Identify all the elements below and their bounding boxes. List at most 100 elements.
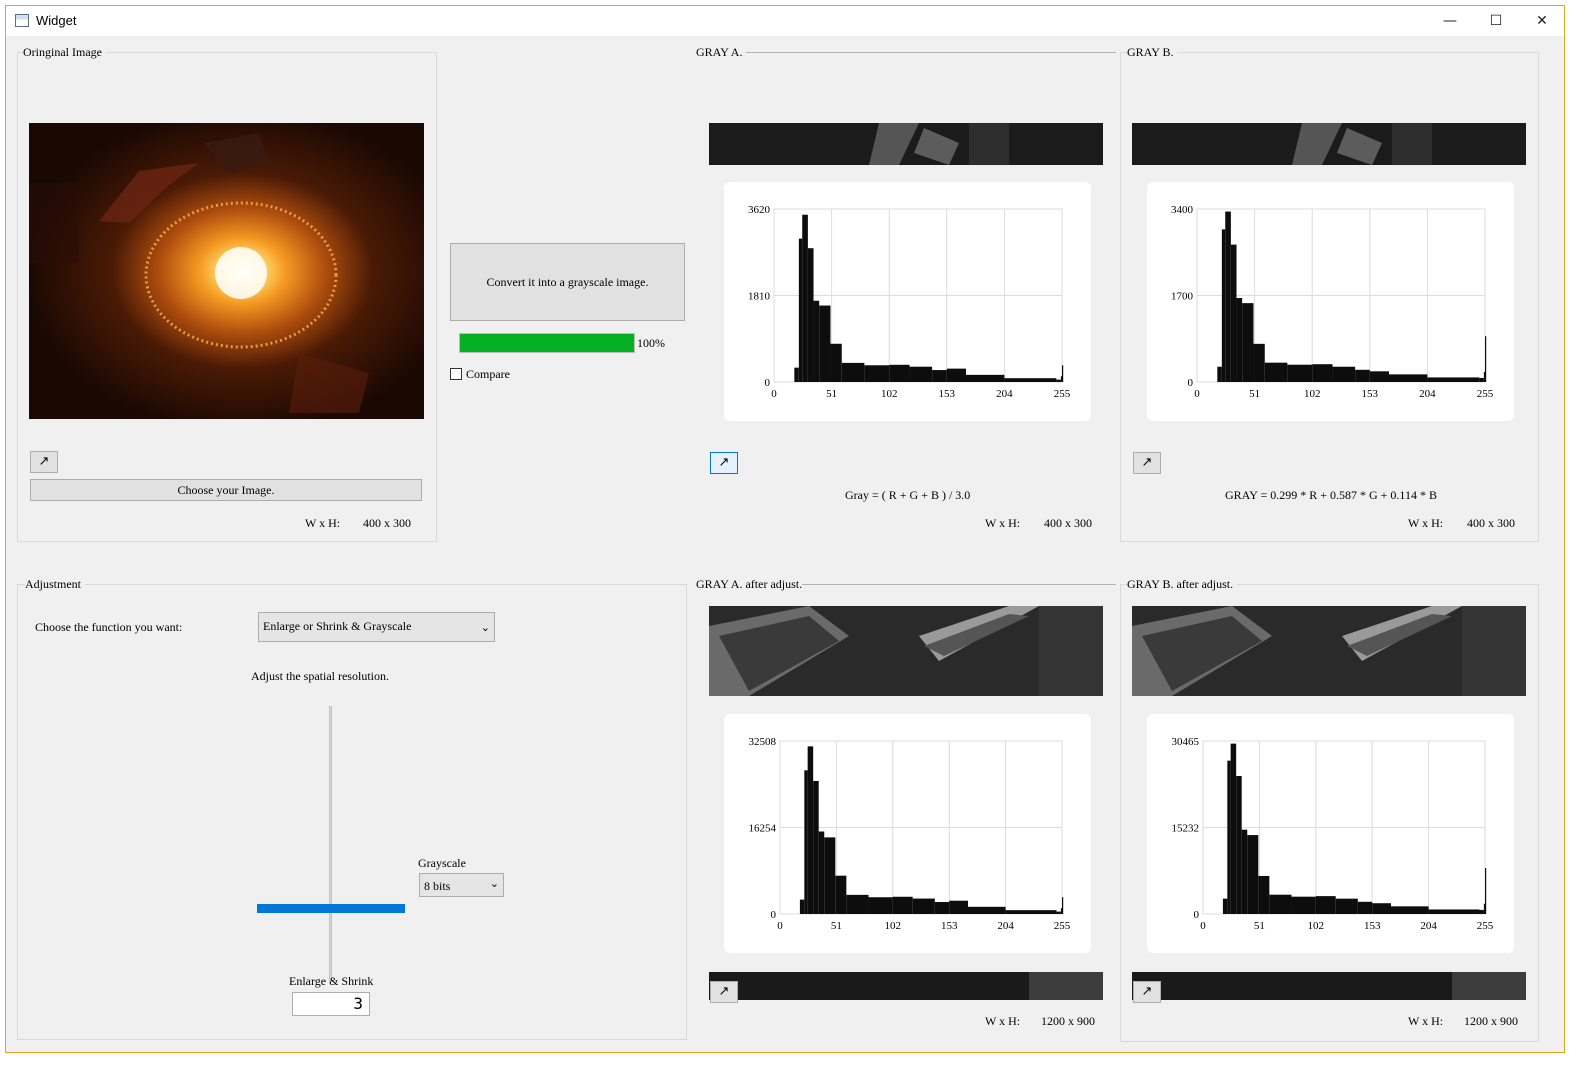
histogram-bar bbox=[804, 770, 808, 914]
x-tick-label: 0 bbox=[777, 920, 783, 932]
minimize-button[interactable]: — bbox=[1427, 6, 1473, 36]
histogram-bar bbox=[799, 899, 805, 914]
y-tick-label: 16254 bbox=[749, 823, 777, 835]
gray-a-adj-image bbox=[709, 606, 1103, 696]
function-select-value: Enlarge or Shrink & Grayscale bbox=[263, 619, 412, 633]
histogram-bar bbox=[892, 896, 913, 914]
gray-b-wxh-label: W x H: bbox=[1408, 516, 1444, 530]
original-expand-button[interactable]: ↗ bbox=[30, 451, 58, 473]
y-tick-label: 1700 bbox=[1171, 291, 1194, 303]
histogram-bar bbox=[1227, 760, 1231, 914]
histogram-bar bbox=[1241, 829, 1248, 914]
histogram-bar bbox=[1253, 343, 1265, 382]
x-tick-label: 255 bbox=[1054, 388, 1071, 400]
gray-a-adj-line bbox=[802, 584, 1116, 585]
histogram-bar bbox=[813, 300, 820, 382]
histogram-bar bbox=[1236, 298, 1243, 382]
histogram-bar bbox=[1230, 743, 1237, 914]
histogram-bar bbox=[1221, 229, 1226, 382]
compare-checkbox[interactable] bbox=[450, 368, 462, 380]
gray-a-adj-expand-button[interactable]: ↗ bbox=[710, 981, 738, 1003]
histogram-bar bbox=[794, 367, 799, 382]
histogram-bar bbox=[1428, 909, 1480, 914]
progress-fill bbox=[460, 334, 634, 352]
gray-b-adj-image bbox=[1132, 606, 1526, 696]
expand-icon: ↗ bbox=[718, 984, 730, 999]
histogram-bar bbox=[889, 364, 910, 382]
histogram-bar bbox=[1355, 369, 1370, 382]
gray-b-expand-button[interactable]: ↗ bbox=[1133, 452, 1161, 474]
x-tick-label: 0 bbox=[1200, 920, 1206, 932]
gray-b-image bbox=[1132, 123, 1526, 165]
histogram-bar bbox=[1062, 897, 1064, 914]
histogram-bar bbox=[807, 248, 814, 382]
x-tick-label: 204 bbox=[1419, 388, 1436, 400]
x-tick-label: 255 bbox=[1054, 920, 1071, 932]
gray-a-histogram: 0 51 102 153 204 255 3620 1810 0 bbox=[724, 182, 1091, 421]
gray-a-image bbox=[709, 123, 1103, 165]
grayscale-select[interactable]: 8 bits ⌄ bbox=[419, 873, 504, 897]
expand-icon: ↗ bbox=[1141, 984, 1153, 999]
histogram-bar bbox=[1427, 377, 1480, 382]
gray-b-label: GRAY B. bbox=[1127, 45, 1178, 60]
chevron-down-icon: ⌄ bbox=[480, 621, 490, 634]
gray-b-wxh-value: 400 x 300 bbox=[1467, 516, 1515, 530]
histogram-bar bbox=[813, 780, 819, 914]
convert-grayscale-button[interactable]: Convert it into a grayscale image. bbox=[450, 243, 685, 321]
histogram-bar bbox=[1005, 910, 1057, 914]
y-tick-label: 0 bbox=[1194, 909, 1200, 921]
grayscale-select-value: 8 bits bbox=[424, 879, 451, 893]
close-button[interactable]: ✕ bbox=[1519, 6, 1565, 36]
histogram-bar bbox=[1391, 906, 1429, 914]
expand-icon: ↗ bbox=[1141, 455, 1153, 470]
gray-a-adj-wxh-label: W x H: bbox=[985, 1014, 1021, 1028]
x-tick-label: 51 bbox=[826, 388, 837, 400]
gray-b-adj-histogram: 0 51 102 153 204 255 30465 15232 0 bbox=[1147, 714, 1514, 953]
gray-a-label: GRAY A. bbox=[696, 45, 747, 60]
gray-b-adj-strip bbox=[1132, 972, 1526, 1000]
gray-a-adj-label: GRAY A. after adjust. bbox=[696, 577, 807, 592]
x-tick-label: 153 bbox=[1364, 920, 1381, 932]
histogram-bar bbox=[1236, 776, 1242, 914]
gray-b-adj-label: GRAY B. after adjust. bbox=[1127, 577, 1238, 592]
histogram-bar bbox=[1242, 303, 1254, 382]
x-tick-label: 102 bbox=[1304, 388, 1321, 400]
histogram-bar bbox=[1004, 378, 1057, 382]
maximize-button[interactable]: ☐ bbox=[1473, 6, 1519, 36]
gray-b-histogram: 0 51 102 153 204 255 3400 1700 0 bbox=[1147, 182, 1514, 421]
title-bar[interactable]: Widget — ☐ ✕ bbox=[6, 6, 1564, 36]
gray-b-formula: GRAY = 0.299 * R + 0.587 * G + 0.114 * B bbox=[1225, 488, 1437, 502]
x-tick-label: 204 bbox=[1420, 920, 1437, 932]
gray-b-adj-expand-button[interactable]: ↗ bbox=[1133, 981, 1161, 1003]
histogram-bar bbox=[1056, 911, 1061, 914]
gray-a-expand-button[interactable]: ↗ bbox=[710, 452, 738, 474]
histogram-bar bbox=[1258, 875, 1270, 914]
choose-image-button[interactable]: Choose your Image. bbox=[30, 479, 422, 501]
progress-text: 100% bbox=[637, 336, 665, 350]
histogram-bar bbox=[1264, 362, 1288, 382]
compare-label[interactable]: Compare bbox=[466, 367, 510, 382]
resolution-slider-handle[interactable] bbox=[257, 904, 405, 913]
histogram-bar bbox=[868, 897, 893, 914]
x-tick-label: 153 bbox=[1362, 388, 1379, 400]
window-title: Widget bbox=[36, 13, 77, 28]
gray-a-wxh-label: W x H: bbox=[985, 516, 1021, 530]
y-tick-label: 0 bbox=[1188, 377, 1194, 389]
histogram-bar bbox=[1225, 211, 1231, 382]
histogram-bar bbox=[1483, 903, 1486, 914]
histogram-bar bbox=[819, 305, 831, 382]
x-tick-label: 255 bbox=[1477, 388, 1494, 400]
x-tick-label: 153 bbox=[941, 920, 958, 932]
enlarge-shrink-input[interactable]: 3 bbox=[292, 992, 370, 1016]
adjustment-group bbox=[17, 584, 687, 1040]
gray-a-adj-strip bbox=[709, 972, 1103, 1000]
histogram-bar bbox=[1217, 366, 1222, 382]
y-tick-label: 0 bbox=[765, 377, 771, 389]
function-select[interactable]: Enlarge or Shrink & Grayscale ⌄ bbox=[258, 612, 495, 642]
histogram-bar bbox=[909, 366, 933, 382]
histogram-bar bbox=[802, 214, 808, 382]
adjustment-label: Adjustment bbox=[25, 577, 85, 592]
gray-a-adj-histogram: 0 51 102 153 204 255 32508 16254 0 bbox=[724, 714, 1091, 953]
resolution-slider-track[interactable] bbox=[329, 706, 332, 981]
y-tick-label: 3620 bbox=[748, 204, 771, 216]
